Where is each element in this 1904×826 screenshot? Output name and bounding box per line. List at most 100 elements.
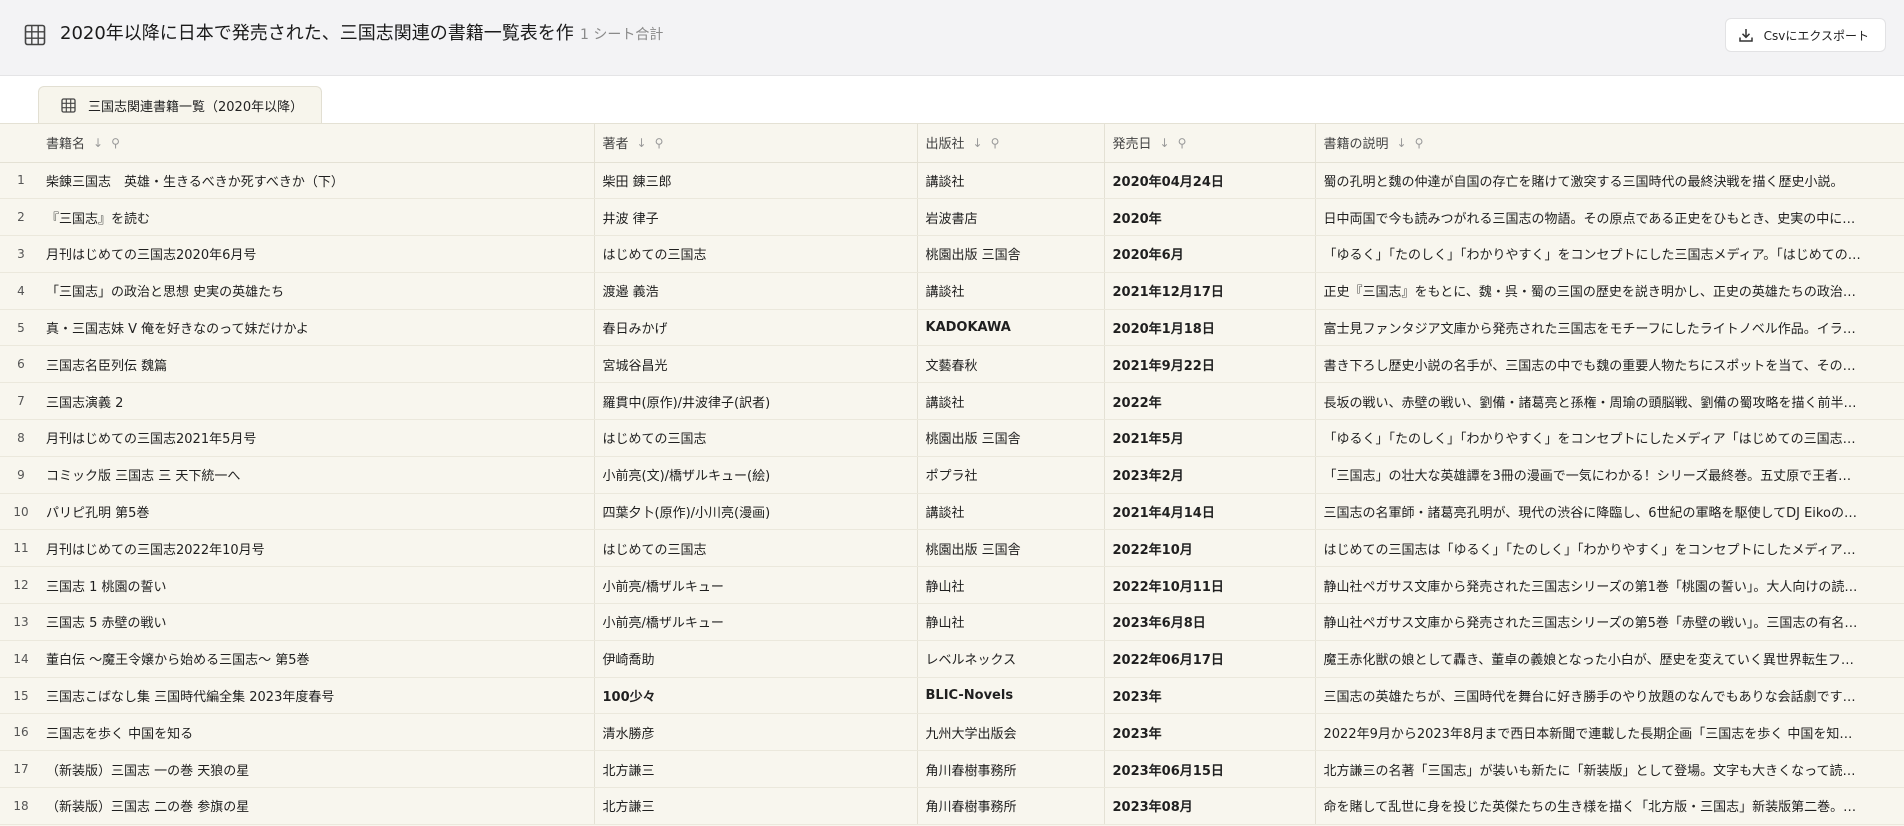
cell-publisher[interactable]: 講談社 <box>917 162 1105 200</box>
cell-author[interactable]: はじめての三国志 <box>594 529 918 568</box>
cell-date[interactable]: 2023年 <box>1104 713 1316 752</box>
cell-description[interactable]: 静山社ペガサス文庫から発売された三国志シリーズの第5巻「赤壁の戦い」。三国志の有… <box>1315 603 1904 641</box>
table-row[interactable]: 12 三国志 1 桃園の誓い 小前亮/橋ザルキュー 静山社 2022年10月11日 静山社… <box>0 566 1904 605</box>
column-header-description[interactable]: 書籍の説明 ↓ ⚲ <box>1315 124 1904 163</box>
table-row[interactable]: 5 真・三国志妹 V 俺を好きなのって妹だけかよ 春日みかげ KADOKAWA 2020… <box>0 309 1904 347</box>
table-row[interactable]: 14 董白伝 〜魔王令嬢から始める三国志〜 第5巻 伊崎喬助 レベルネックス 2022年… <box>0 640 1904 678</box>
cell-author[interactable]: はじめての三国志 <box>594 235 918 273</box>
cell-author[interactable]: 宮城谷昌光 <box>594 345 918 384</box>
cell-date[interactable]: 2022年10月 <box>1104 529 1316 568</box>
column-header-title[interactable]: 書籍名 ↓ ⚲ <box>38 124 595 163</box>
cell-title[interactable]: 三国志こばなし集 三国時代編全集 2023年度春号 <box>38 677 595 715</box>
cell-author[interactable]: 羅貫中(原作)/井波律子(訳者) <box>594 382 918 421</box>
cell-author[interactable]: 井波 律子 <box>594 198 918 237</box>
cell-date[interactable]: 2022年 <box>1104 382 1316 421</box>
cell-description[interactable]: 「ゆるく」「たのしく」「わかりやすく」をコンセプトにした三国志メディア。「はじめ… <box>1315 235 1904 273</box>
table-row[interactable]: 18 （新装版）三国志 二の巻 参旗の星 北方謙三 角川春樹事務所 2023年08月 命を… <box>0 787 1904 825</box>
cell-title[interactable]: （新装版）三国志 二の巻 参旗の星 <box>38 787 595 825</box>
cell-date[interactable]: 2021年5月 <box>1104 419 1316 457</box>
export-csv-button[interactable]: Csvにエクスポート <box>1724 18 1886 52</box>
sort-arrow-icon[interactable]: ↓ <box>93 136 103 150</box>
cell-description[interactable]: 三国志の英雄たちが、三国時代を舞台に好き勝手のやり放題のなんでもありな会話劇です… <box>1315 677 1904 715</box>
cell-description[interactable]: 正史『三国志』をもとに、魏・呉・蜀の三国の歴史を説き明かし、正史の英雄たちの政治… <box>1315 272 1904 310</box>
cell-title[interactable]: 柴錬三国志 英雄・生きるべきか死すべきか（下） <box>38 162 595 200</box>
cell-date[interactable]: 2020年1月18日 <box>1104 309 1316 347</box>
sort-arrow-icon[interactable]: ↓ <box>973 136 983 150</box>
cell-title[interactable]: 真・三国志妹 V 俺を好きなのって妹だけかよ <box>38 309 595 347</box>
cell-description[interactable]: 蜀の孔明と魏の仲達が自国の存亡を賭けて激突する三国時代の最終決戦を描く歴史小説。 <box>1315 162 1904 200</box>
cell-title[interactable]: 董白伝 〜魔王令嬢から始める三国志〜 第5巻 <box>38 640 595 678</box>
cell-date[interactable]: 2023年08月 <box>1104 787 1316 825</box>
cell-date[interactable]: 2021年4月14日 <box>1104 493 1316 531</box>
cell-publisher[interactable]: 講談社 <box>917 493 1105 531</box>
cell-publisher[interactable]: 角川春樹事務所 <box>917 750 1105 789</box>
table-row[interactable]: 7 三国志演義 2 羅貫中(原作)/井波律子(訳者) 講談社 2022年 長坂の戦い、赤壁… <box>0 382 1904 421</box>
cell-description[interactable]: 北方謙三の名著「三国志」が装いも新たに「新装版」として登場。文字も大きくなって読… <box>1315 750 1904 789</box>
column-header-publisher[interactable]: 出版社 ↓ ⚲ <box>917 124 1105 163</box>
cell-publisher[interactable]: 岩波書店 <box>917 198 1105 237</box>
cell-title[interactable]: （新装版）三国志 一の巻 天狼の星 <box>38 750 595 789</box>
cell-publisher[interactable]: 九州大学出版会 <box>917 713 1105 752</box>
table-row[interactable]: 6 三国志名臣列伝 魏篇 宮城谷昌光 文藝春秋 2021年9月22日 書き下ろし歴史小説の… <box>0 345 1904 384</box>
cell-publisher[interactable]: 静山社 <box>917 566 1105 605</box>
column-header-author[interactable]: 著者 ↓ ⚲ <box>594 124 918 163</box>
cell-title[interactable]: 三国志を歩く 中国を知る <box>38 713 595 752</box>
cell-title[interactable]: 三国志演義 2 <box>38 382 595 421</box>
cell-description[interactable]: 命を賭して乱世に身を投じた英傑たちの生き様を描く「北方版・三国志」新装版第二巻。… <box>1315 787 1904 825</box>
cell-title[interactable]: 三国志 5 赤壁の戦い <box>38 603 595 641</box>
cell-date[interactable]: 2023年6月8日 <box>1104 603 1316 641</box>
cell-description[interactable]: 長坂の戦い、赤壁の戦い、劉備・諸葛亮と孫権・周瑜の頭脳戦、劉備の蜀攻略を描く前半… <box>1315 382 1904 421</box>
table-row[interactable]: 9 コミック版 三国志 三 天下統一へ 小前亮(文)/橋ザルキュー(絵) ポプラ社 20… <box>0 456 1904 494</box>
cell-author[interactable]: 清水勝彦 <box>594 713 918 752</box>
cell-publisher[interactable]: 講談社 <box>917 272 1105 310</box>
cell-date[interactable]: 2023年 <box>1104 677 1316 715</box>
cell-description[interactable]: 「ゆるく」「たのしく」「わかりやすく」をコンセプトにしたメディア「はじめての三国… <box>1315 419 1904 457</box>
table-row[interactable]: 1 柴錬三国志 英雄・生きるべきか死すべきか（下） 柴田 錬三郎 講談社 2020年04… <box>0 162 1904 200</box>
cell-author[interactable]: 伊崎喬助 <box>594 640 918 678</box>
cell-publisher[interactable]: 桃園出版 三国舎 <box>917 529 1105 568</box>
cell-title[interactable]: 『三国志』を読む <box>38 198 595 237</box>
cell-publisher[interactable]: KADOKAWA <box>917 309 1105 347</box>
cell-date[interactable]: 2023年06月15日 <box>1104 750 1316 789</box>
cell-author[interactable]: 北方謙三 <box>594 787 918 825</box>
cell-description[interactable]: 魔王赤化獣の娘として轟き、董卓の義娘となった小白が、歴史を変えていく異世界転生フ… <box>1315 640 1904 678</box>
cell-publisher[interactable]: レベルネックス <box>917 640 1105 678</box>
cell-date[interactable]: 2022年06月17日 <box>1104 640 1316 678</box>
cell-date[interactable]: 2022年10月11日 <box>1104 566 1316 605</box>
cell-author[interactable]: 100少々 <box>594 677 918 715</box>
cell-publisher[interactable]: ポプラ社 <box>917 456 1105 494</box>
table-row[interactable]: 15 三国志こばなし集 三国時代編全集 2023年度春号 100少々 BLIC-Nov… <box>0 677 1904 715</box>
cell-description[interactable]: 静山社ペガサス文庫から発売された三国志シリーズの第1巻「桃園の誓い」。大人向けの… <box>1315 566 1904 605</box>
cell-author[interactable]: 渡邉 義浩 <box>594 272 918 310</box>
cell-publisher[interactable]: BLIC-Novels <box>917 677 1105 715</box>
cell-publisher[interactable]: 講談社 <box>917 382 1105 421</box>
pin-icon[interactable]: ⚲ <box>1415 136 1424 150</box>
cell-date[interactable]: 2020年04月24日 <box>1104 162 1316 200</box>
pin-icon[interactable]: ⚲ <box>655 136 664 150</box>
table-row[interactable]: 2 『三国志』を読む 井波 律子 岩波書店 2020年 日中両国で今も読みつがれる三国志の… <box>0 198 1904 237</box>
cell-author[interactable]: 春日みかげ <box>594 309 918 347</box>
cell-author[interactable]: 北方謙三 <box>594 750 918 789</box>
cell-title[interactable]: コミック版 三国志 三 天下統一へ <box>38 456 595 494</box>
cell-author[interactable]: 柴田 錬三郎 <box>594 162 918 200</box>
cell-title[interactable]: パリピ孔明 第5巻 <box>38 493 595 531</box>
cell-title[interactable]: 月刊はじめての三国志2022年10月号 <box>38 529 595 568</box>
cell-date[interactable]: 2021年12月17日 <box>1104 272 1316 310</box>
table-row[interactable]: 13 三国志 5 赤壁の戦い 小前亮/橋ザルキュー 静山社 2023年6月8日 静山社ペガ… <box>0 603 1904 641</box>
cell-author[interactable]: 小前亮(文)/橋ザルキュー(絵) <box>594 456 918 494</box>
cell-description[interactable]: 富士見ファンタジア文庫から発売された三国志をモチーフにしたライトノベル作品。イラ… <box>1315 309 1904 347</box>
cell-date[interactable]: 2021年9月22日 <box>1104 345 1316 384</box>
cell-description[interactable]: はじめての三国志は「ゆるく」「たのしく」「わかりやすく」をコンセプトにしたメディ… <box>1315 529 1904 568</box>
cell-title[interactable]: 月刊はじめての三国志2020年6月号 <box>38 235 595 273</box>
cell-description[interactable]: 三国志の名軍師・諸葛亮孔明が、現代の渋谷に降臨し、6世紀の軍略を駆使してDJ E… <box>1315 493 1904 531</box>
pin-icon[interactable]: ⚲ <box>111 136 120 150</box>
sort-arrow-icon[interactable]: ↓ <box>1160 136 1170 150</box>
column-header-date[interactable]: 発売日 ↓ ⚲ <box>1104 124 1316 163</box>
table-row[interactable]: 17 （新装版）三国志 一の巻 天狼の星 北方謙三 角川春樹事務所 2023年06月15… <box>0 750 1904 789</box>
cell-publisher[interactable]: 文藝春秋 <box>917 345 1105 384</box>
cell-description[interactable]: 書き下ろし歴史小説の名手が、三国志の中でも魏の重要人物たちにスポットを当て、その… <box>1315 345 1904 384</box>
table-row[interactable]: 10 パリピ孔明 第5巻 四葉夕卜(原作)/小川亮(漫画) 講談社 2021年4月14日… <box>0 493 1904 531</box>
cell-description[interactable]: 「三国志」の壮大な英雄譚を3冊の漫画で一気にわかる！シリーズ最終巻。五丈原で王者… <box>1315 456 1904 494</box>
table-row[interactable]: 11 月刊はじめての三国志2022年10月号 はじめての三国志 桃園出版 三国舎 202… <box>0 529 1904 568</box>
cell-author[interactable]: 小前亮/橋ザルキュー <box>594 566 918 605</box>
